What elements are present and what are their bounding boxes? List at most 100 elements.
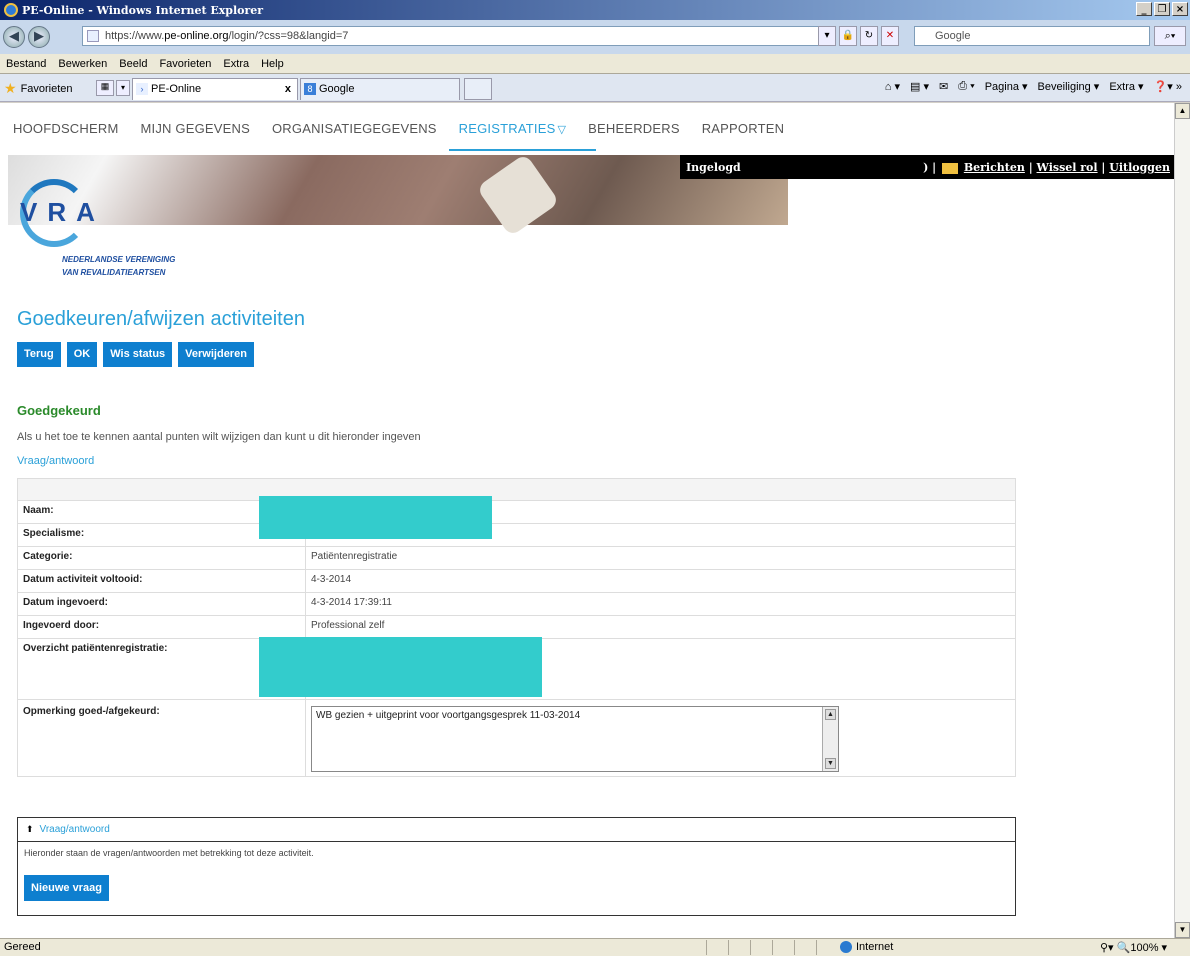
table-row: Datum ingevoerd: 4-3-2014 17:39:11	[17, 592, 1016, 616]
activity-detail-table: Naam: Specialisme: Categorie: Patiëntenr…	[17, 478, 1016, 777]
banner-photo-detail	[476, 153, 560, 237]
menu-item-favorieten[interactable]: Favorieten	[153, 58, 217, 70]
back-button[interactable]: ◀	[3, 26, 25, 48]
site-favicon-icon	[87, 30, 99, 42]
page-menu[interactable]: Pagina ▾	[985, 80, 1028, 93]
search-button[interactable]: ⌕▾	[1154, 26, 1186, 46]
star-icon: ★	[4, 80, 17, 96]
table-row: Categorie: Patiëntenregistratie	[17, 546, 1016, 570]
redaction-block	[259, 637, 542, 697]
menu-item-help[interactable]: Help	[255, 58, 290, 70]
table-header-row	[17, 478, 1016, 501]
logged-in-label: Ingelogd	[686, 161, 741, 174]
table-row: Datum activiteit voltooid: 4-3-2014	[17, 569, 1016, 593]
window-titlebar: PE-Online - Windows Internet Explorer _ …	[0, 0, 1190, 20]
address-bar: ◀ ▶ https://www.pe-online.org/login/?css…	[0, 20, 1190, 54]
globe-icon	[840, 941, 852, 953]
feeds-icon[interactable]: ▤ ▾	[910, 80, 929, 93]
close-window-button[interactable]: ×	[1172, 2, 1188, 16]
qa-panel-header[interactable]: ⬆ Vraag/antwoord	[18, 818, 1015, 842]
menu-item-beeld[interactable]: Beeld	[113, 58, 153, 70]
redaction-block	[259, 496, 492, 539]
minimize-button[interactable]: _	[1136, 2, 1152, 16]
nav-mijn-gegevens[interactable]: MIJN GEGEVENS	[140, 121, 250, 136]
restore-button[interactable]: ❐	[1154, 2, 1170, 16]
intro-text: Als u het toe te kennen aantal punten wi…	[17, 431, 421, 443]
zoom-control[interactable]: ⚲▾ 🔍100% ▾	[1100, 941, 1167, 954]
tools-menu[interactable]: Extra ▾	[1109, 80, 1143, 93]
ok-button[interactable]: OK	[66, 342, 98, 367]
help-icon[interactable]: ❓▾ »	[1154, 80, 1182, 93]
action-buttons: Terug OK Wis status Verwijderen	[17, 342, 254, 367]
menu-item-bestand[interactable]: Bestand	[0, 58, 52, 70]
new-question-button[interactable]: Nieuwe vraag	[24, 875, 109, 901]
scroll-up-icon[interactable]: ▲	[1175, 103, 1190, 119]
command-bar: ⌂ ▾ ▤ ▾ ✉ ⎙ ▾ Pagina ▾ Beveiliging ▾ Ext…	[885, 80, 1182, 93]
nav-rapporten[interactable]: RAPPORTEN	[702, 121, 784, 136]
address-bar-icons: ▾ 🔒 ↻ ✕	[818, 26, 899, 46]
tab-google[interactable]: 8 Google	[300, 78, 460, 100]
search-input[interactable]: Google	[914, 26, 1150, 46]
nav-registraties[interactable]: REGISTRATIES ▽	[448, 121, 597, 151]
refresh-icon[interactable]: ↻	[860, 26, 878, 46]
nav-hoofdscherm[interactable]: HOOFDSCHERM	[13, 121, 118, 136]
table-row: Ingevoerd door: Professional zelf	[17, 615, 1016, 639]
page-scrollbar[interactable]: ▲ ▼	[1174, 103, 1190, 938]
login-links: ) | Berichten | Wissel rol | Uitloggen	[923, 161, 1170, 174]
mail-icon[interactable]: ✉	[939, 80, 948, 93]
new-tab-button[interactable]	[464, 78, 492, 100]
table-row: Naam:	[17, 500, 1016, 524]
close-tab-icon[interactable]: x	[285, 79, 291, 99]
nav-beheerders[interactable]: BEHEERDERS	[588, 121, 680, 136]
security-menu[interactable]: Beveiliging ▾	[1038, 80, 1100, 93]
ie-logo-icon	[4, 3, 18, 17]
quick-tabs-icon[interactable]: ▦	[96, 80, 114, 96]
chevron-down-icon: ▽	[557, 123, 567, 136]
favorites-bar: ★ Favorieten ▦ ▾ › PE-Online x 8 Google …	[0, 74, 1190, 102]
messages-link[interactable]: Berichten	[964, 161, 1025, 174]
page-favicon-icon: ›	[136, 83, 148, 95]
logout-link[interactable]: Uitloggen	[1109, 161, 1170, 174]
back-action-button[interactable]: Terug	[17, 342, 61, 367]
favorites-button[interactable]: ★ Favorieten	[4, 80, 73, 97]
switch-role-link[interactable]: Wissel rol	[1037, 161, 1098, 174]
home-icon[interactable]: ⌂ ▾	[885, 80, 900, 93]
page-content: HOOFDSCHERM MIJN GEGEVENS ORGANISATIEGEG…	[0, 103, 1174, 938]
delete-button[interactable]: Verwijderen	[178, 342, 254, 367]
security-zone[interactable]: Internet	[840, 941, 893, 953]
lock-icon[interactable]: 🔒	[839, 26, 857, 46]
clear-status-button[interactable]: Wis status	[103, 342, 173, 367]
tab-list-dropdown-icon[interactable]: ▾	[116, 80, 130, 96]
status-text: Gereed	[4, 941, 41, 953]
stop-icon[interactable]: ✕	[881, 26, 899, 46]
nav-organisatiegegevens[interactable]: ORGANISATIEGEGEVENS	[272, 121, 437, 136]
scroll-down-icon[interactable]: ▼	[825, 758, 836, 769]
google-icon: 8	[304, 83, 316, 95]
menu-item-bewerken[interactable]: Bewerken	[52, 58, 113, 70]
print-icon[interactable]: ⎙ ▾	[958, 80, 974, 93]
login-bar: Ingelogd ) | Berichten | Wissel rol | Ui…	[680, 155, 1174, 179]
table-row: Specialisme:	[17, 523, 1016, 547]
table-row: Opmerking goed-/afgekeurd: WB gezien + u…	[17, 699, 1016, 777]
envelope-icon	[941, 162, 958, 174]
qa-link[interactable]: Vraag/antwoord	[17, 455, 94, 467]
qa-panel: ⬆ Vraag/antwoord Hieronder staan de vrag…	[17, 817, 1016, 916]
tab-pe-online[interactable]: › PE-Online x	[132, 78, 298, 100]
url-input[interactable]: https://www.pe-online.org/login/?css=98&…	[82, 26, 834, 46]
scroll-down-icon[interactable]: ▼	[1175, 922, 1190, 938]
status-cells	[706, 940, 838, 955]
remark-textarea[interactable]: WB gezien + uitgeprint voor voortgangsge…	[311, 706, 839, 772]
vra-logo: VRA NEDERLANDSE VERENIGING VAN REVALIDAT…	[16, 171, 216, 277]
zoom-icon: ⚲▾ 🔍	[1100, 942, 1131, 954]
status-heading: Goedgekeurd	[17, 403, 101, 418]
site-nav: HOOFDSCHERM MIJN GEGEVENS ORGANISATIEGEG…	[0, 103, 1174, 153]
status-bar: Gereed Internet ⚲▾ 🔍100% ▾	[0, 938, 1190, 956]
menu-item-extra[interactable]: Extra	[217, 58, 255, 70]
window-controls: _ ❐ ×	[1136, 2, 1188, 16]
textarea-scrollbar[interactable]: ▲ ▼	[822, 707, 838, 771]
dropdown-icon[interactable]: ▾	[818, 26, 836, 46]
forward-button[interactable]: ▶	[28, 26, 50, 48]
menu-bar: Bestand Bewerken Beeld Favorieten Extra …	[0, 54, 1190, 74]
page-title: Goedkeuren/afwijzen activiteiten	[17, 308, 305, 330]
scroll-up-icon[interactable]: ▲	[825, 709, 836, 720]
